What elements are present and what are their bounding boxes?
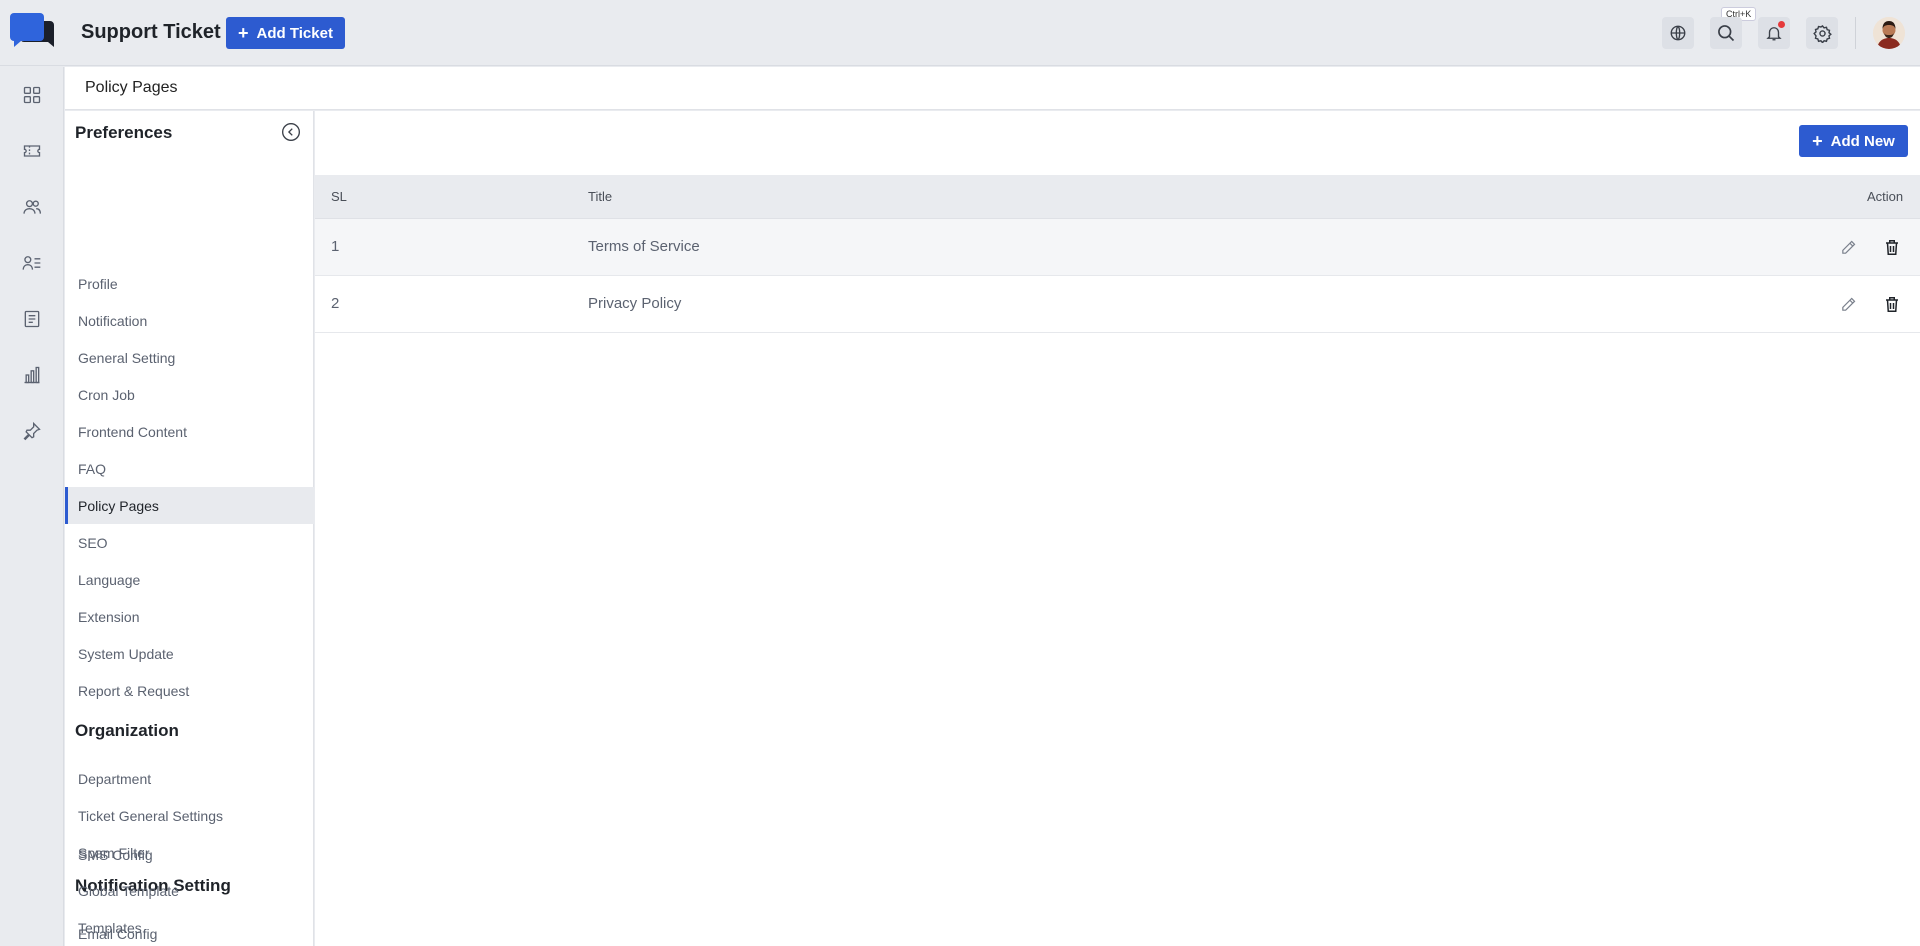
page-title: Policy Pages [85, 79, 178, 96]
user-list-icon[interactable] [20, 251, 44, 275]
row-title: Privacy Policy [588, 295, 682, 312]
add-ticket-label: Add Ticket [256, 24, 333, 42]
row-title: Terms of Service [588, 238, 700, 255]
language-button[interactable] [1662, 17, 1694, 49]
menu-item-general-setting[interactable]: General Setting [65, 339, 314, 376]
pencil-icon [1841, 240, 1855, 254]
gear-icon [1812, 24, 1832, 43]
menu-item-system-update[interactable]: System Update [65, 635, 314, 672]
delete-button[interactable] [1882, 237, 1902, 257]
column-header-sl: SL [331, 189, 347, 204]
breadcrumb: Policy Pages [65, 67, 1920, 110]
section-title-organization: Organization [75, 721, 179, 740]
user-avatar[interactable] [1873, 17, 1905, 49]
trash-icon [1886, 239, 1898, 255]
menu-item-cron-job[interactable]: Cron Job [65, 376, 314, 413]
search-icon [1718, 25, 1735, 42]
search-button[interactable] [1710, 17, 1742, 49]
table-header: SL Title Action [315, 175, 1920, 219]
menu-item-templates[interactable]: Templates [65, 909, 314, 946]
menu-item-frontend-content[interactable]: Frontend Content [65, 413, 314, 450]
column-header-title: Title [588, 189, 613, 204]
top-bar: Support Ticket + Add Ticket Ctrl+K [0, 0, 1920, 66]
settings-button[interactable] [1806, 17, 1838, 49]
menu-item-ticket-general-settings[interactable]: Ticket General Settings [65, 797, 314, 834]
menu-item-language[interactable]: Language [65, 561, 314, 598]
pencil-icon [1841, 297, 1855, 311]
plus-icon: + [1812, 131, 1823, 151]
add-new-label: Add New [1830, 132, 1895, 150]
pin-icon[interactable] [20, 419, 44, 443]
collapse-sidebar-button[interactable] [281, 122, 301, 142]
article-icon[interactable] [20, 307, 44, 331]
dashboard-icon[interactable] [20, 83, 44, 107]
menu-item-seo[interactable]: SEO [65, 524, 314, 561]
trash-icon [1886, 296, 1898, 312]
section-title-preferences: Preferences [75, 123, 173, 142]
chart-icon[interactable] [20, 363, 44, 387]
menu-item-department[interactable]: Department [65, 760, 314, 797]
chevron-left-icon [282, 123, 300, 141]
table-row: 1 Terms of Service [315, 219, 1920, 276]
notifications-button[interactable] [1758, 17, 1790, 49]
menu-item-profile[interactable]: Profile [65, 265, 314, 302]
menu-item-global-template[interactable]: Global Template [65, 872, 314, 909]
app-title: Support Ticket [81, 21, 221, 43]
menu-item-sms-config[interactable]: SMS Config [65, 836, 314, 873]
row-sl: 1 [331, 238, 340, 255]
edit-button[interactable] [1838, 237, 1858, 257]
add-new-button[interactable]: + Add New [1799, 125, 1908, 157]
menu-item-notification[interactable]: Notification [65, 302, 314, 339]
icon-rail [0, 67, 64, 946]
ticket-icon[interactable] [20, 139, 44, 163]
delete-button[interactable] [1882, 294, 1902, 314]
users-icon[interactable] [20, 195, 44, 219]
edit-button[interactable] [1838, 294, 1858, 314]
add-ticket-button[interactable]: + Add Ticket [226, 17, 345, 49]
menu-item-faq[interactable]: FAQ [65, 450, 314, 487]
policy-pages-panel: + Add New SL Title Action 1 Terms of Ser… [315, 111, 1920, 946]
globe-icon [1670, 25, 1686, 41]
topbar-divider [1855, 17, 1856, 49]
app-logo-icon[interactable] [10, 13, 54, 53]
notification-dot [1778, 21, 1785, 28]
plus-icon: + [238, 23, 249, 43]
menu-item-extension[interactable]: Extension [65, 598, 314, 635]
column-header-action: Action [1867, 189, 1904, 204]
menu-item-policy-pages[interactable]: Policy Pages [65, 487, 314, 524]
row-sl: 2 [331, 295, 340, 312]
menu-item-report-request[interactable]: Report & Request [65, 672, 314, 709]
settings-sidebar: Preferences Profile Notification General… [65, 111, 314, 946]
table-row: 2 Privacy Policy [315, 276, 1920, 333]
